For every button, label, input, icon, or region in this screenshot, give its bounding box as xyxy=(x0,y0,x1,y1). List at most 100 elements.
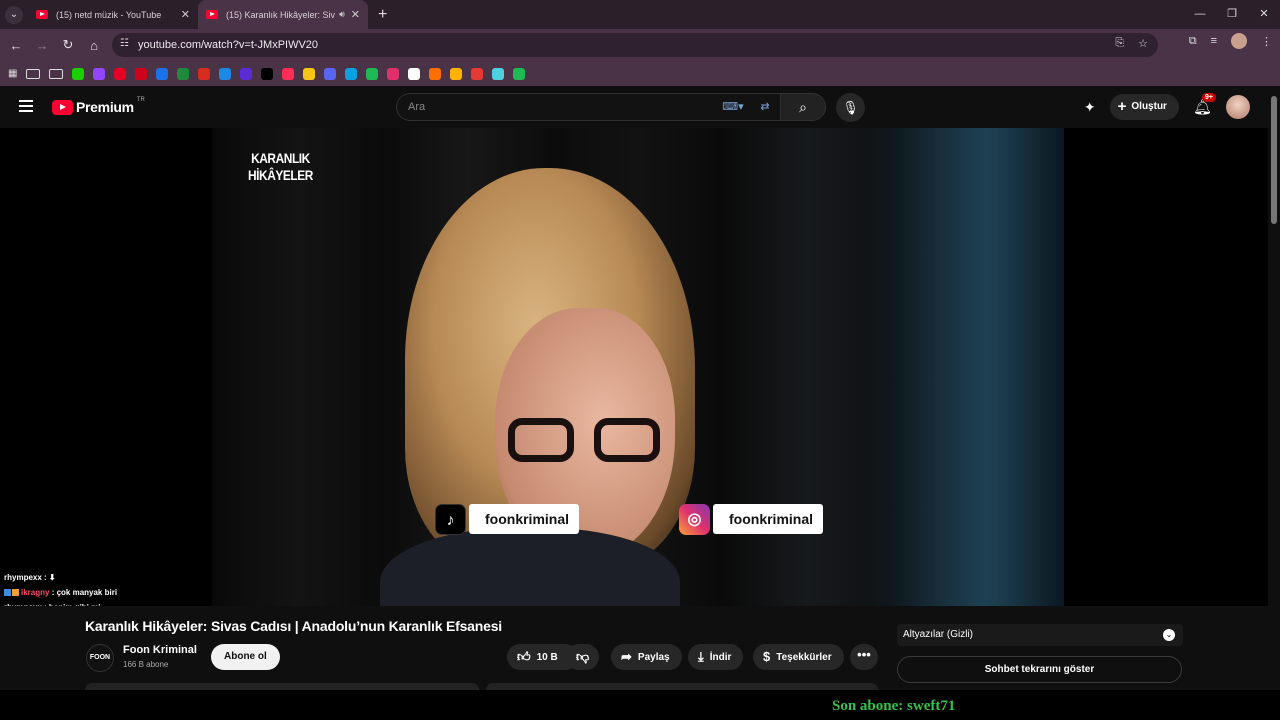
show-logo-line: HİKÂYELER xyxy=(248,167,313,183)
bookmark-site-icon[interactable] xyxy=(72,67,85,80)
region-code: TR xyxy=(136,97,145,103)
youtube-logo-icon xyxy=(52,99,73,115)
bookmark-site-icon[interactable] xyxy=(429,67,442,80)
close-window-button[interactable]: ✕ xyxy=(1248,0,1280,29)
live-chat-overlay: rhympexx : ⬇ ikragny : çok manyak biri rhy… xyxy=(4,572,304,606)
video-player[interactable]: KARANLIK HİKÂYELER ♪ foonkriminal ◎ foon… xyxy=(0,128,1268,606)
chevron-down-icon: ⌄ xyxy=(5,5,23,24)
install-app-icon[interactable]: ⎘ xyxy=(1115,37,1124,50)
video-info-section: Karanlık Hikâyeler: Sivas Cadısı | Anado… xyxy=(0,606,1268,690)
download-icon: ⤓ xyxy=(698,649,704,664)
more-actions-button[interactable]: ••• xyxy=(850,644,878,670)
show-logo-line: KARANLIK xyxy=(251,150,310,166)
chat-username: ikragny xyxy=(21,588,50,597)
bookmark-folder-icon[interactable] xyxy=(26,68,41,79)
bookmark-site-icon[interactable] xyxy=(240,67,253,80)
bookmark-site-icon[interactable] xyxy=(177,67,190,80)
bookmark-star-icon[interactable]: ☆ xyxy=(1138,37,1148,50)
browser-extensions: ⧉ ≡ ⋮ xyxy=(1189,33,1272,49)
subscribe-button[interactable]: Abone ol xyxy=(211,644,280,670)
download-button[interactable]: ⤓ İndir xyxy=(688,644,744,670)
super-thanks-icon: $ xyxy=(763,649,771,664)
chat-text: ⬇ xyxy=(48,573,56,582)
keyboard-translate-icon[interactable]: ⌨︎▾ xyxy=(716,93,750,121)
reload-button[interactable]: ↻ xyxy=(55,37,81,53)
browser-tab-active[interactable]: (15) Karanlık Hikâyeler: Sivas C 🔊︎ ✕ xyxy=(198,0,368,29)
minimize-button[interactable]: — xyxy=(1184,0,1216,29)
create-label: Oluştur xyxy=(1131,101,1167,112)
bookmark-site-icon[interactable] xyxy=(219,67,232,80)
search-input[interactable]: Ara xyxy=(396,93,716,121)
bookmark-site-icon[interactable] xyxy=(324,67,337,80)
bookmark-site-icon[interactable] xyxy=(513,67,526,80)
search-button[interactable]: ⌕ xyxy=(780,93,826,121)
guide-menu-icon[interactable] xyxy=(19,100,33,115)
bookmark-site-icon[interactable] xyxy=(114,67,127,80)
chat-text: çok manyak biri xyxy=(56,588,118,597)
browser-menu-icon[interactable]: ⋮ xyxy=(1261,35,1272,48)
bookmark-site-icon[interactable] xyxy=(282,67,295,80)
thumbs-down-icon: 👎︎ xyxy=(576,649,590,664)
share-arrow-icon: ➦ xyxy=(621,649,632,664)
search-translate-icon[interactable]: ⇄ xyxy=(750,93,780,121)
bookmark-site-icon[interactable] xyxy=(387,67,400,80)
plus-icon: + xyxy=(1117,98,1127,115)
bookmark-site-icon[interactable] xyxy=(93,67,106,80)
gemini-sparkle-icon[interactable]: ✦ xyxy=(1084,99,1096,116)
notifications-button[interactable]: 🔔︎ 9+ xyxy=(1193,93,1216,116)
bookmark-site-icon[interactable] xyxy=(156,67,169,80)
tab-search-button[interactable]: ⌄ xyxy=(0,0,28,29)
voice-search-button[interactable]: 🎙︎ xyxy=(836,93,865,122)
dislike-button[interactable]: 👎︎ xyxy=(566,644,600,670)
create-button[interactable]: + Oluştur xyxy=(1109,94,1179,120)
share-button[interactable]: ➦ Paylaş xyxy=(611,644,682,670)
last-subscriber-text: Son abone: sweft71 xyxy=(832,698,956,714)
bookmark-site-icon[interactable] xyxy=(261,67,274,80)
like-count: 10 B xyxy=(536,652,558,663)
profile-avatar[interactable] xyxy=(1231,33,1247,49)
close-tab-icon[interactable]: ✕ xyxy=(181,8,190,21)
thumbs-up-icon: 👍︎ xyxy=(517,649,531,664)
browser-tab[interactable]: (15) netd müzik - YouTube ✕ xyxy=(28,0,198,29)
site-info-icon[interactable]: ☷ xyxy=(120,38,129,49)
show-chat-replay-button[interactable]: Sohbet tekrarını göster xyxy=(897,656,1182,683)
description-box xyxy=(85,683,479,690)
bookmark-site-icon[interactable] xyxy=(366,67,379,80)
youtube-premium-logo[interactable]: Premium TR xyxy=(52,97,145,115)
new-tab-button[interactable]: + xyxy=(378,6,387,24)
bookmark-site-icon[interactable] xyxy=(135,67,148,80)
apps-grid-icon[interactable]: ▦ xyxy=(8,68,17,79)
youtube-favicon-icon xyxy=(36,10,48,19)
channel-name[interactable]: Foon Kriminal xyxy=(123,644,197,656)
chevron-down-icon[interactable]: ⌄ xyxy=(1163,629,1175,641)
bookmark-site-icon[interactable] xyxy=(450,67,463,80)
home-button[interactable]: ⌂ xyxy=(81,38,107,53)
channel-avatar[interactable]: FOON xyxy=(86,644,114,672)
restore-button[interactable]: ❐ xyxy=(1216,0,1248,29)
address-bar[interactable]: ☷ youtube.com/watch?v=t-JMxPIWV20 ⎘ ☆ xyxy=(112,33,1158,57)
page-scrollbar[interactable] xyxy=(1268,86,1280,690)
forward-button[interactable]: → xyxy=(29,38,55,53)
chat-message: rhympexx : ⬇ xyxy=(4,573,56,582)
back-button[interactable]: ← xyxy=(3,38,29,53)
bookmark-site-icon[interactable] xyxy=(408,67,421,80)
instagram-handle: foonkriminal xyxy=(713,504,824,534)
close-tab-icon[interactable]: ✕ xyxy=(351,8,360,21)
instagram-handle-banner: ◎ foonkriminal xyxy=(679,503,824,535)
account-avatar[interactable] xyxy=(1226,95,1250,119)
bookmark-folder-icon[interactable] xyxy=(49,68,64,79)
bookmark-site-icon[interactable] xyxy=(345,67,358,80)
browser-toolbar: ← → ↻ ⌂ ☷ youtube.com/watch?v=t-JMxPIWV2… xyxy=(0,29,1280,61)
bookmarks-bar: ▦ xyxy=(0,61,1280,86)
scrollbar-thumb[interactable] xyxy=(1271,96,1277,224)
subtitles-panel[interactable]: Altyazılar (Gizli) ⌄ xyxy=(897,624,1183,646)
bookmark-site-icon[interactable] xyxy=(198,67,211,80)
media-control-icon[interactable]: ≡ xyxy=(1211,35,1217,47)
thanks-button[interactable]: $ Teşekkürler xyxy=(753,644,844,670)
bookmark-site-icon[interactable] xyxy=(492,67,505,80)
bookmark-site-icon[interactable] xyxy=(303,67,316,80)
speaker-icon[interactable]: 🔊︎ xyxy=(339,9,345,20)
notification-count-badge: 9+ xyxy=(1201,93,1216,102)
extensions-icon[interactable]: ⧉ xyxy=(1189,35,1197,48)
bookmark-site-icon[interactable] xyxy=(471,67,484,80)
